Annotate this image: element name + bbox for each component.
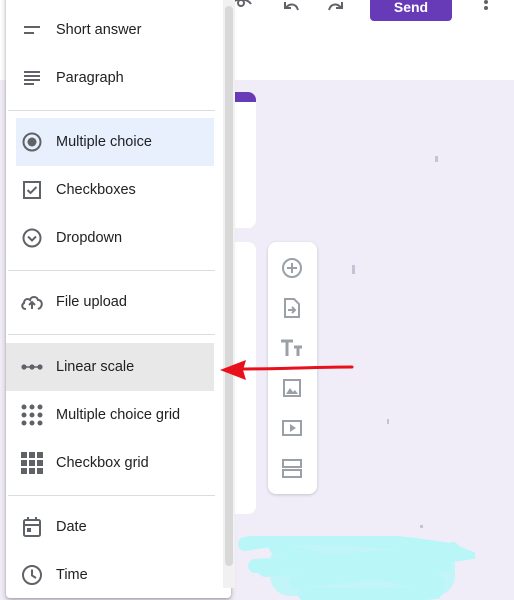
background-speck [352, 265, 355, 274]
background-speck [435, 156, 438, 162]
dropdown-circle-icon [20, 226, 44, 250]
cloud-upload-icon [20, 290, 44, 314]
menu-item-label: Checkbox grid [56, 455, 149, 471]
menu-divider [8, 270, 215, 271]
menu-item-label: Multiple choice grid [56, 407, 181, 423]
menu-item-label: Dropdown [56, 230, 123, 246]
menu-divider [8, 110, 215, 111]
clock-icon [20, 563, 44, 587]
add-question-icon[interactable] [280, 256, 304, 280]
menu-item-label: Linear scale [56, 359, 135, 375]
redaction-scribble [238, 536, 475, 600]
menu-divider [8, 334, 215, 335]
menu-item-checkboxes[interactable]: Checkboxes [6, 166, 214, 214]
checkbox-icon [20, 178, 44, 202]
import-questions-icon[interactable] [280, 296, 304, 320]
square-grid-icon [20, 451, 44, 475]
menu-divider [8, 495, 215, 496]
menu-item-multiple-choice-grid[interactable]: Multiple choice grid [6, 391, 214, 439]
menu-item-label: Time [56, 567, 88, 583]
menu-scrollbar-thumb[interactable] [225, 6, 233, 566]
menu-scrollbar[interactable] [223, 0, 235, 588]
menu-item-label: Date [56, 519, 87, 535]
menu-item-label: Short answer [56, 22, 142, 38]
menu-item-time[interactable]: Time [6, 551, 214, 599]
menu-item-multiple-choice[interactable]: Multiple choice [16, 118, 214, 166]
short-text-icon [20, 18, 44, 42]
menu-item-label: File upload [56, 294, 127, 310]
background-speck [420, 525, 423, 528]
menu-item-checkbox-grid[interactable]: Checkbox grid [6, 439, 214, 487]
redo-icon[interactable] [323, 0, 349, 16]
menu-item-short-answer[interactable]: Short answer [6, 6, 214, 54]
menu-item-date[interactable]: Date [6, 503, 214, 551]
annotation-arrow [220, 360, 354, 380]
calendar-icon [20, 515, 44, 539]
undo-icon[interactable] [278, 0, 304, 16]
menu-item-dropdown[interactable]: Dropdown [6, 214, 214, 262]
more-vert-icon[interactable] [473, 0, 499, 16]
add-video-icon[interactable] [280, 416, 304, 440]
question-type-menu: Short answer Paragraph Multiple choice C… [6, 0, 235, 599]
radio-button-icon [20, 130, 44, 154]
menu-item-label: Multiple choice [56, 134, 152, 150]
menu-item-file-upload[interactable]: File upload [6, 278, 214, 326]
linear-scale-icon [20, 355, 44, 379]
menu-item-label: Checkboxes [56, 182, 136, 198]
paragraph-icon [20, 66, 44, 90]
background-speck [387, 419, 389, 424]
send-button[interactable]: Send [370, 0, 452, 21]
menu-item-linear-scale[interactable]: Linear scale [6, 343, 214, 391]
add-section-icon[interactable] [280, 456, 304, 480]
dot-grid-icon [20, 403, 44, 427]
menu-item-paragraph[interactable]: Paragraph [6, 54, 214, 102]
menu-item-label: Paragraph [56, 70, 124, 86]
